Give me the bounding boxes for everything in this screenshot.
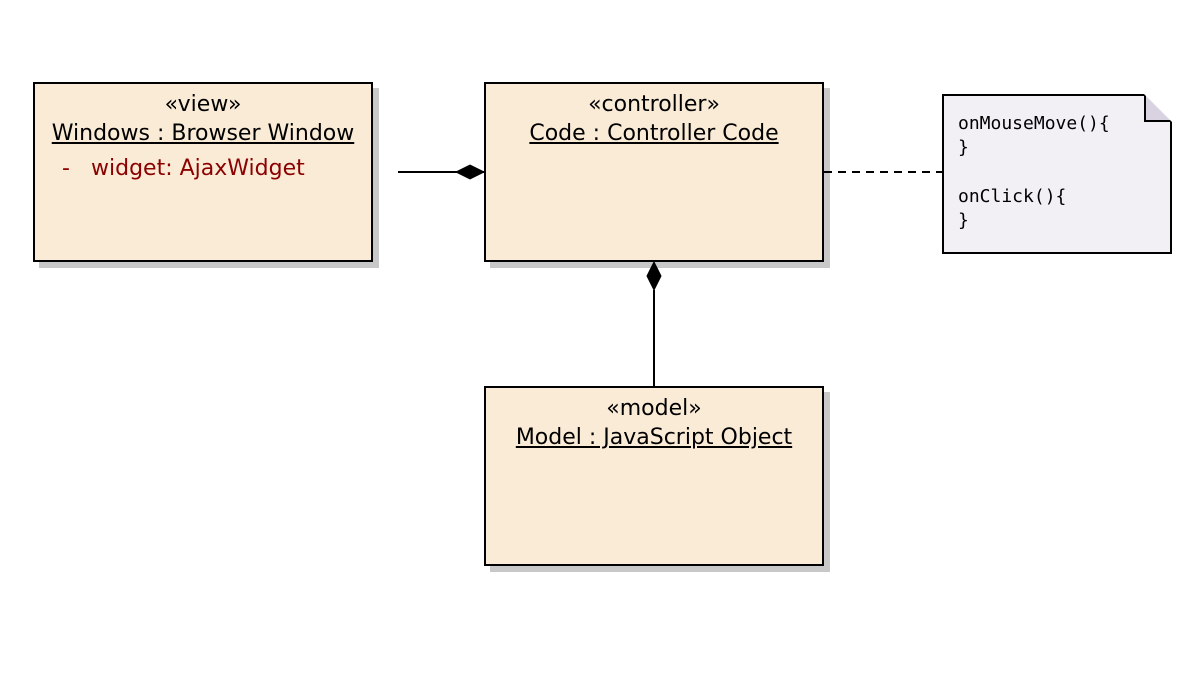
note-fold-icon (1144, 94, 1172, 122)
view-attr-visibility: - (55, 156, 77, 181)
uml-note: onMouseMove(){ } onClick(){ } (942, 94, 1172, 254)
controller-stereotype: «controller» (486, 84, 822, 117)
controller-classname: Code : Controller Code (517, 117, 790, 148)
uml-box-controller: «controller» Code : Controller Code (484, 82, 824, 262)
model-classname: Model : JavaScript Object (504, 421, 804, 452)
view-classname: Windows : Browser Window (40, 117, 367, 148)
view-attr-text: widget: AjaxWidget (91, 156, 305, 181)
view-attribute: - widget: AjaxWidget (35, 148, 371, 181)
view-stereotype: «view» (35, 84, 371, 117)
note-content: onMouseMove(){ } onClick(){ } (944, 96, 1170, 233)
uml-box-model: «model» Model : JavaScript Object (484, 386, 824, 566)
model-stereotype: «model» (486, 388, 822, 421)
uml-box-view: «view» Windows : Browser Window - widget… (33, 82, 373, 262)
